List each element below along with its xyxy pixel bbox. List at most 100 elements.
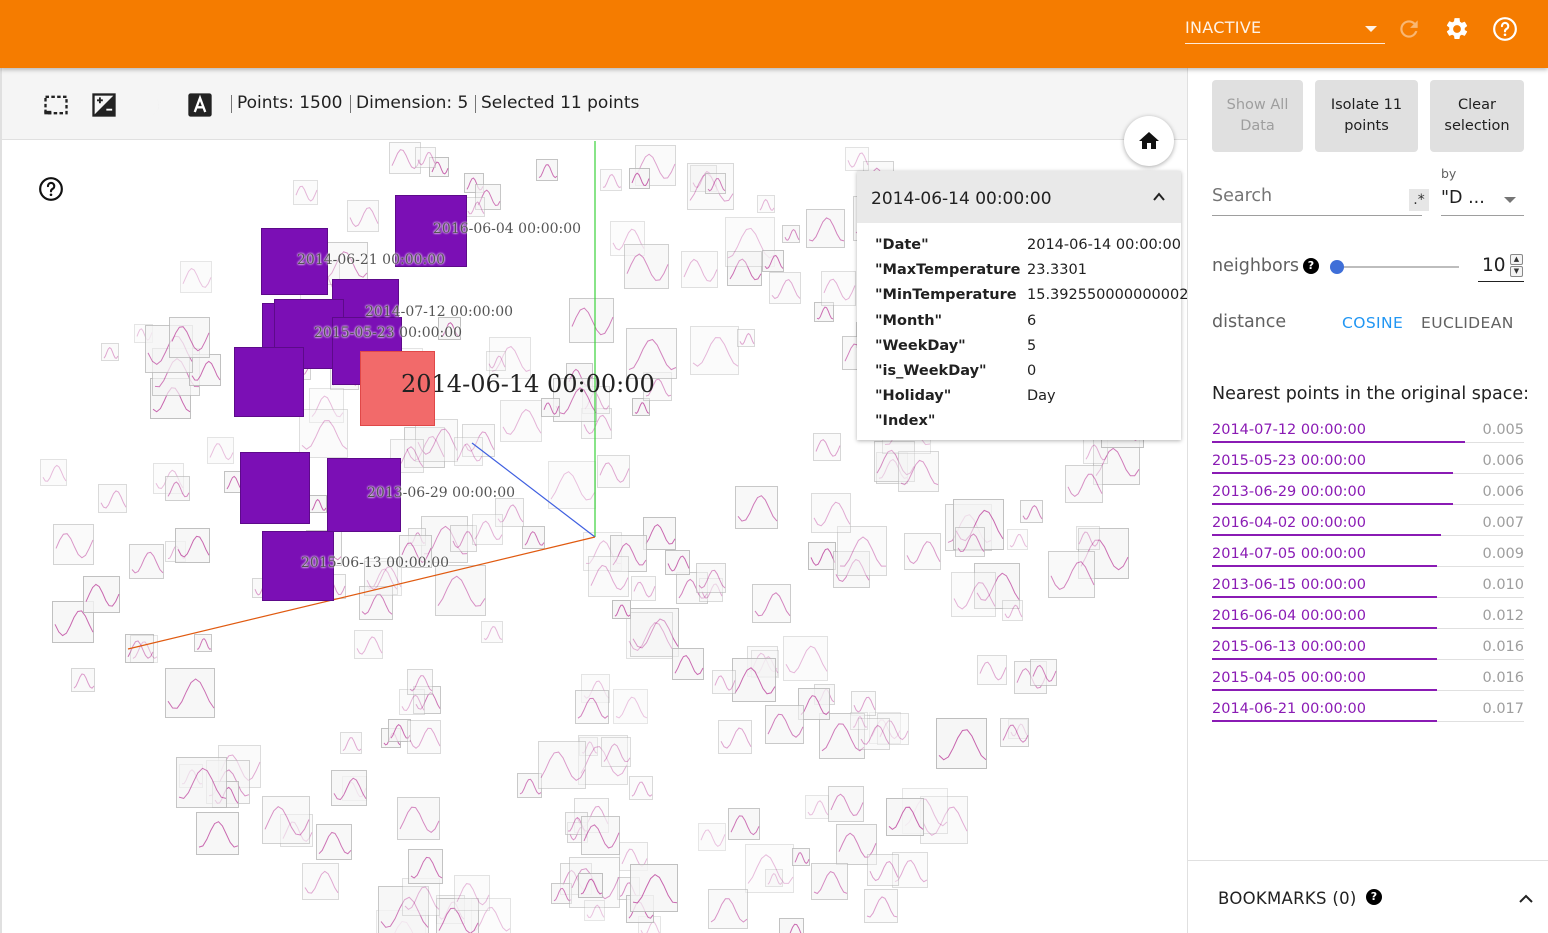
- chevron-down-icon: [1504, 197, 1516, 203]
- metadata-card-header[interactable]: 2014-06-14 00:00:00: [857, 171, 1181, 223]
- search-input[interactable]: [1212, 186, 1392, 206]
- info-icon[interactable]: ?: [1303, 258, 1319, 274]
- distance-euclidean-option[interactable]: EUCLIDEAN: [1421, 314, 1514, 332]
- selected-point[interactable]: [234, 347, 304, 417]
- distance-label: distance: [1212, 312, 1287, 332]
- metadata-value: 0: [1027, 363, 1037, 379]
- nearest-point-row[interactable]: 2014-06-21 00:00:00 0.017: [1212, 701, 1524, 723]
- distance-bar-fill: [1212, 627, 1437, 629]
- nearest-point-row[interactable]: 2015-05-23 00:00:00 0.006: [1212, 453, 1524, 475]
- metadata-key: "MaxTemperature: [875, 262, 1021, 279]
- search-by-select[interactable]: "D ...: [1441, 186, 1524, 216]
- distance-bar-fill: [1212, 441, 1465, 443]
- nearest-point-name[interactable]: 2014-06-21 00:00:00: [1212, 701, 1366, 717]
- nearest-point-distance: 0.005: [1482, 422, 1524, 438]
- nearest-point-name[interactable]: 2015-06-13 00:00:00: [1212, 639, 1366, 655]
- nearest-point-row[interactable]: 2014-07-12 00:00:00 0.005: [1212, 422, 1524, 444]
- metadata-key: "Index": [875, 413, 936, 430]
- decrement-button[interactable]: ▼: [1510, 266, 1523, 277]
- box-select-icon[interactable]: [42, 91, 70, 119]
- nearest-point-row[interactable]: 2014-07-05 00:00:00 0.009: [1212, 546, 1524, 568]
- projector-toolbar: Points: 1500 Dimension: 5 Selected 11 po…: [2, 68, 1187, 140]
- nearest-point-distance: 0.016: [1482, 670, 1524, 686]
- nearest-point-row[interactable]: 2016-06-04 00:00:00 0.012: [1212, 608, 1524, 630]
- chevron-up-icon[interactable]: [1153, 191, 1165, 203]
- neighbors-label: neighbors: [1212, 256, 1300, 276]
- distance-bar-fill: [1212, 472, 1453, 474]
- nearest-point-row[interactable]: 2016-04-02 00:00:00 0.007: [1212, 515, 1524, 537]
- help-icon[interactable]: [38, 176, 64, 202]
- run-status-select[interactable]: INACTIVE: [1185, 14, 1385, 44]
- distance-bar-fill: [1212, 658, 1437, 660]
- nearest-point-name[interactable]: 2013-06-15 00:00:00: [1212, 577, 1366, 593]
- search-field[interactable]: [1212, 186, 1422, 216]
- metadata-card: 2014-06-14 00:00:00 "Date" 2014-06-14 00:…: [857, 171, 1188, 440]
- x-axis: [127, 536, 596, 650]
- selected-count: Selected 11 points: [481, 93, 640, 113]
- home-icon: [1139, 132, 1159, 149]
- reset-view-button[interactable]: [1124, 116, 1174, 166]
- search-by-label: by: [1441, 166, 1457, 181]
- metadata-key: "is_WeekDay": [875, 363, 987, 379]
- nearest-point-name[interactable]: 2014-07-05 00:00:00: [1212, 546, 1366, 562]
- gear-icon[interactable]: [1444, 16, 1470, 42]
- help-icon[interactable]: [1492, 16, 1518, 42]
- highlighted-point-label: 2014-06-14 00:00:00: [401, 370, 655, 398]
- neighbors-input[interactable]: 10 ▲ ▼: [1478, 252, 1524, 282]
- nearest-point-distance: 0.007: [1482, 515, 1524, 531]
- point-label: 2014-07-12 00:00:00: [365, 304, 514, 320]
- nearest-point-name[interactable]: 2016-06-04 00:00:00: [1212, 608, 1366, 624]
- metadata-value: 2014-06-14 00:00:00: [1027, 237, 1181, 253]
- nearest-point-distance: 0.016: [1482, 639, 1524, 655]
- metadata-value: 15.392550000000002: [1027, 287, 1189, 304]
- contrast-icon[interactable]: [138, 91, 166, 119]
- distance-cosine-option[interactable]: COSINE: [1342, 314, 1403, 332]
- nearest-point-row[interactable]: 2013-06-15 00:00:00 0.010: [1212, 577, 1524, 599]
- info-icon[interactable]: ?: [1366, 889, 1382, 905]
- show-all-data-label: Show All Data: [1226, 97, 1289, 134]
- nearest-point-name[interactable]: 2014-07-12 00:00:00: [1212, 422, 1366, 438]
- metadata-value: 23.3301: [1027, 262, 1087, 279]
- nearest-point-row[interactable]: 2015-06-13 00:00:00 0.016: [1212, 639, 1524, 661]
- chevron-up-icon[interactable]: [1519, 892, 1533, 906]
- clear-selection-button[interactable]: Clear selection: [1430, 80, 1524, 152]
- isolate-points-label: Isolate 11 points: [1330, 97, 1403, 134]
- isolate-points-button[interactable]: Isolate 11 points: [1315, 80, 1418, 152]
- bookmarks-panel[interactable]: BOOKMARKS (0) ?: [1188, 860, 1548, 933]
- nearest-point-row[interactable]: 2013-06-29 00:00:00 0.006: [1212, 484, 1524, 506]
- point-label: 2015-05-23 00:00:00: [314, 325, 463, 341]
- increment-button[interactable]: ▲: [1510, 254, 1523, 265]
- nearest-point-distance: 0.006: [1482, 453, 1524, 469]
- nearest-point-name[interactable]: 2016-04-02 00:00:00: [1212, 515, 1366, 531]
- selected-point[interactable]: [240, 452, 310, 524]
- nearest-point-name[interactable]: 2015-05-23 00:00:00: [1212, 453, 1366, 469]
- distance-bar-fill: [1212, 534, 1441, 536]
- metadata-key: "MinTemperature: [875, 287, 1017, 304]
- metadata-key: "Holiday": [875, 388, 952, 405]
- neighbors-slider-thumb[interactable]: [1330, 260, 1344, 274]
- nearest-point-name[interactable]: 2015-04-05 00:00:00: [1212, 670, 1366, 686]
- nearest-point-distance: 0.012: [1482, 608, 1524, 624]
- metadata-value: 5: [1027, 337, 1037, 354]
- regex-toggle[interactable]: .*: [1409, 189, 1429, 211]
- neighbors-value: 10: [1482, 255, 1506, 276]
- nearest-point-distance: 0.006: [1482, 484, 1524, 500]
- clear-selection-label: Clear selection: [1444, 97, 1510, 134]
- distance-bar-fill: [1212, 596, 1437, 598]
- nearest-point-distance: 0.010: [1482, 577, 1524, 593]
- neighbors-slider-track[interactable]: [1336, 266, 1459, 268]
- night-mode-icon[interactable]: [90, 91, 118, 119]
- distance-bar-fill: [1212, 565, 1437, 567]
- label-toggle-icon[interactable]: [186, 91, 214, 119]
- show-all-data-button[interactable]: Show All Data: [1212, 80, 1303, 152]
- nearest-points-title: Nearest points in the original space:: [1212, 384, 1530, 404]
- metadata-key: "WeekDay": [875, 337, 966, 354]
- nearest-point-name[interactable]: 2013-06-29 00:00:00: [1212, 484, 1366, 500]
- nearest-point-distance: 0.009: [1482, 546, 1524, 562]
- chevron-down-icon: [1365, 26, 1377, 32]
- points-count: Points: 1500: [237, 93, 343, 113]
- dimension-count: Dimension: 5: [356, 93, 469, 113]
- refresh-icon[interactable]: [1396, 16, 1422, 42]
- nearest-point-row[interactable]: 2015-04-05 00:00:00 0.016: [1212, 670, 1524, 692]
- distance-bar-fill: [1212, 689, 1437, 691]
